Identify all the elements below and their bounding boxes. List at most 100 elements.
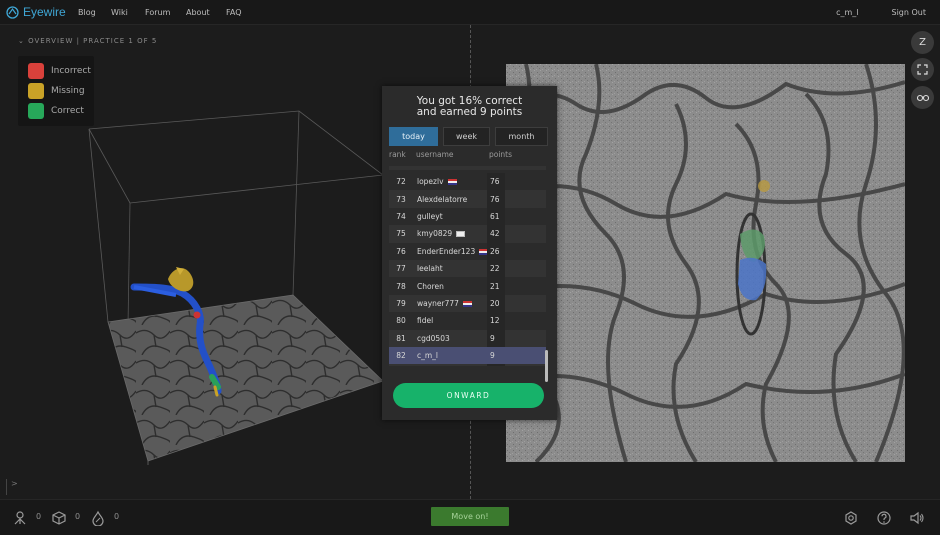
- rank-cell: 75: [396, 229, 406, 239]
- brand-logo[interactable]: Eyewire: [6, 5, 66, 19]
- settings-icon[interactable]: [843, 510, 859, 526]
- table-row: 81 cgd0503 9: [389, 329, 546, 347]
- rank-cell: 74: [396, 211, 406, 221]
- leaderboard-list[interactable]: 72 lopezlv 76 73 Alexdelatorre 76 74 gul…: [389, 166, 549, 366]
- cube-count: 0: [75, 512, 81, 521]
- user-icon: [14, 511, 26, 525]
- points-cell: 12: [487, 312, 505, 330]
- points-cell: 76: [487, 173, 505, 191]
- rank-cell: 82: [396, 351, 406, 361]
- table-row: 78 Choren 21: [389, 277, 546, 295]
- points-cell: 20: [487, 294, 505, 313]
- table-row: 79 wayner777 20: [389, 294, 546, 313]
- nav-link-about[interactable]: About: [186, 8, 210, 17]
- username-cell: cgd0503: [417, 333, 450, 343]
- rank-cell: 73: [396, 194, 406, 204]
- username-text: EnderEnder123: [417, 246, 476, 256]
- tab-today[interactable]: today: [389, 127, 438, 146]
- header-rank: rank: [389, 150, 406, 159]
- table-row-current-user: 82 c_m_l 9: [389, 347, 546, 365]
- username-cell: Choren: [417, 281, 444, 291]
- username-cell: gulleyt: [417, 211, 443, 221]
- table-row: 73 Alexdelatorre 76: [389, 190, 546, 208]
- leaderboard-scrollbar[interactable]: [545, 350, 548, 382]
- breadcrumb[interactable]: ⌄ OVERVIEW | PRACTICE 1 OF 5: [18, 37, 157, 45]
- top-nav: Eyewire Blog Wiki Forum About FAQ c_m_l …: [0, 0, 940, 25]
- cube-icon: [52, 511, 66, 525]
- username-cell: EnderEnder123: [417, 246, 489, 256]
- nav-link-wiki[interactable]: Wiki: [111, 8, 128, 17]
- console-prompt[interactable]: >: [6, 479, 18, 495]
- points-cell: 9: [487, 364, 505, 366]
- score-line-points: and earned 9 points: [416, 106, 523, 118]
- rank-cell: 81: [396, 333, 406, 343]
- username-text: lopezlv: [417, 177, 444, 187]
- legend-swatch-correct: [28, 103, 44, 119]
- points-cell: 61: [487, 207, 505, 226]
- legend-label: Correct: [51, 106, 84, 116]
- table-row-partial: [389, 166, 546, 170]
- em-slice-image: [506, 64, 905, 462]
- sign-out-link[interactable]: Sign Out: [892, 8, 927, 17]
- nav-link-faq[interactable]: FAQ: [226, 8, 242, 17]
- fullscreen-icon: [917, 64, 928, 75]
- points-cell: 9: [490, 351, 495, 361]
- rank-cell: 77: [396, 264, 406, 274]
- header-points: points: [489, 150, 513, 159]
- tab-month[interactable]: month: [495, 127, 548, 146]
- username-cell: fidel: [417, 316, 434, 326]
- em-slice-view[interactable]: [506, 64, 905, 462]
- username-cell: lopezlv: [417, 177, 457, 186]
- header-username: username: [416, 150, 454, 159]
- table-row: 77 leelaht 22: [389, 260, 546, 278]
- table-row: 74 gulleyt 61: [389, 207, 546, 226]
- rank-cell: 76: [396, 246, 406, 256]
- z-axis-label: Z: [919, 37, 926, 48]
- rank-cell: 72: [396, 177, 406, 187]
- nav-user-area: c_m_l Sign Out: [836, 0, 926, 25]
- username-cell: c_m_l: [417, 351, 439, 361]
- points-cell: 26: [487, 242, 505, 260]
- sound-icon[interactable]: [909, 510, 925, 526]
- help-icon[interactable]: [876, 510, 892, 526]
- rank-cell: 79: [396, 298, 406, 308]
- view-toggle-button[interactable]: [911, 86, 934, 109]
- points-cell: 21: [487, 277, 505, 295]
- kr-flag-icon: [456, 231, 466, 238]
- move-on-button[interactable]: Move on!: [431, 507, 509, 526]
- username-cell: Alexdelatorre: [417, 194, 468, 204]
- table-row: 72 lopezlv 76: [389, 173, 546, 191]
- legend-item-correct: Correct: [28, 103, 84, 119]
- table-row: 75 kmy0829 42: [389, 225, 546, 243]
- legend-swatch-incorrect: [28, 63, 44, 79]
- nav-link-blog[interactable]: Blog: [78, 8, 96, 17]
- legend-item-missing: Missing: [28, 83, 85, 99]
- legend-panel: Incorrect Missing Correct: [18, 56, 94, 126]
- rank-cell: 78: [396, 281, 406, 291]
- binoculars-icon: [916, 94, 929, 102]
- brand-name: Eyewire: [23, 5, 66, 19]
- username-cell: wayner777: [417, 299, 472, 308]
- fullscreen-button[interactable]: [911, 58, 934, 81]
- drop-count: 0: [114, 512, 120, 521]
- points-cell: 22: [487, 260, 505, 278]
- username-cell: leelaht: [417, 264, 443, 274]
- onward-button[interactable]: ONWARD: [393, 383, 544, 408]
- points-cell: 76: [487, 190, 505, 208]
- legend-item-incorrect: Incorrect: [28, 63, 91, 79]
- username-link[interactable]: c_m_l: [836, 8, 858, 17]
- us-flag-icon: [447, 179, 457, 186]
- score-summary: You got 16% correct and earned 9 points: [382, 96, 557, 118]
- drop-icon: [92, 510, 104, 526]
- table-row: 83 therealsmt 9: [389, 364, 546, 366]
- legend-swatch-missing: [28, 83, 44, 99]
- z-axis-button[interactable]: Z: [911, 31, 934, 54]
- legend-label: Incorrect: [51, 66, 91, 76]
- legend-label: Missing: [51, 86, 85, 96]
- nav-link-forum[interactable]: Forum: [145, 8, 170, 17]
- us-flag-icon: [462, 300, 472, 307]
- tab-week[interactable]: week: [443, 127, 490, 146]
- score-panel: You got 16% correct and earned 9 points …: [382, 86, 557, 420]
- points-cell: 42: [487, 225, 505, 243]
- username-text: wayner777: [417, 298, 459, 308]
